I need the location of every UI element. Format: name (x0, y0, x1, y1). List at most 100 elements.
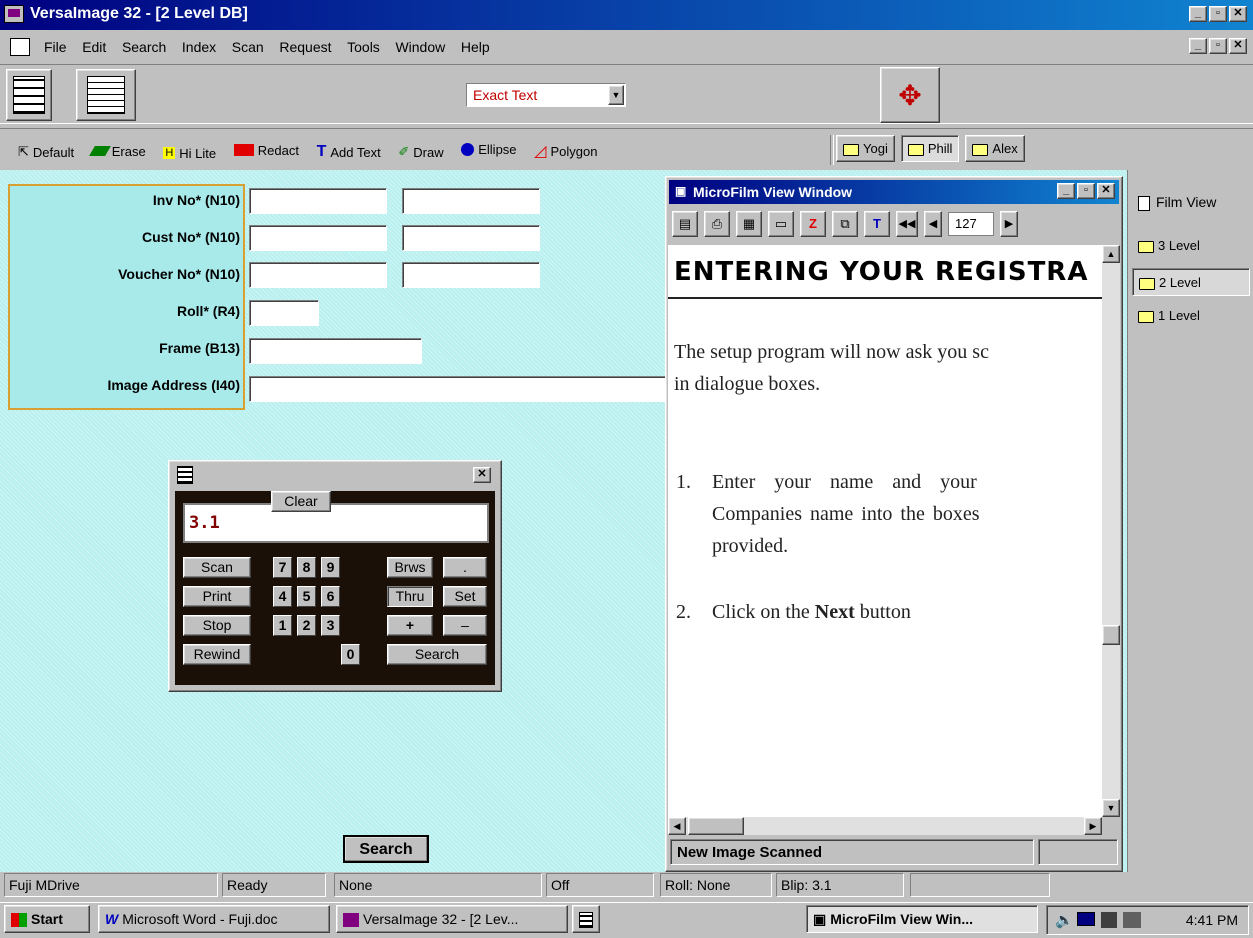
scroll-up-icon[interactable]: ▲ (1102, 245, 1120, 263)
print-button[interactable]: Print (183, 586, 251, 607)
digit-6-button[interactable]: 6 (321, 586, 340, 607)
draw-tool[interactable]: ✐ Draw (398, 144, 443, 160)
text-icon[interactable]: T (864, 211, 890, 237)
voucher-no-to-input[interactable] (402, 262, 540, 288)
image-address-input[interactable] (249, 376, 669, 402)
frame-input[interactable] (249, 338, 422, 364)
printer-tray-icon[interactable] (1123, 912, 1141, 928)
menu-tools[interactable]: Tools (347, 39, 380, 55)
menu-edit[interactable]: Edit (82, 39, 106, 55)
task-versaimage[interactable]: VersaImage 32 - [2 Lev... (336, 905, 568, 933)
menu-request[interactable]: Request (279, 39, 331, 55)
doc-icon[interactable] (10, 38, 30, 56)
child-minimize-button[interactable]: _ (1189, 38, 1207, 54)
scan-button[interactable]: Scan (183, 557, 251, 578)
redact-tool[interactable]: Redact (233, 143, 299, 158)
chevron-down-icon[interactable]: ▼ (608, 85, 624, 105)
roll-input[interactable] (249, 300, 319, 326)
app-icon[interactable] (4, 5, 24, 23)
monitor-icon[interactable] (1077, 912, 1095, 926)
scroll-down-icon[interactable]: ▼ (1102, 799, 1120, 817)
numeric-grid-icon[interactable] (6, 69, 52, 121)
calculator-search-button[interactable]: Search (387, 644, 487, 665)
printer-icon[interactable]: ⎙ (704, 211, 730, 237)
next-frame-icon[interactable]: ▶ (1000, 211, 1018, 237)
digit-9-button[interactable]: 9 (321, 557, 340, 578)
browse-button[interactable]: Brws (387, 557, 433, 578)
start-button[interactable]: Start (4, 905, 90, 933)
hilite-tool[interactable]: H Hi Lite (163, 146, 216, 161)
save-icon[interactable]: ▦ (736, 211, 762, 237)
microfilm-close-button[interactable]: ✕ (1097, 183, 1115, 199)
search-mode-select[interactable]: Exact Text ▼ (466, 83, 626, 107)
horizontal-scrollbar[interactable]: ◀ ▶ (668, 817, 1102, 835)
dot-button[interactable]: . (443, 557, 487, 578)
rewind-button[interactable]: Rewind (183, 644, 251, 665)
digit-4-button[interactable]: 4 (273, 586, 292, 607)
plus-button[interactable]: + (387, 615, 433, 636)
menu-index[interactable]: Index (182, 39, 216, 55)
task-calculator[interactable] (572, 905, 600, 933)
table-view-icon[interactable] (76, 69, 136, 121)
user-phill[interactable]: Phill (900, 135, 960, 162)
set-button[interactable]: Set (443, 586, 487, 607)
hscroll-thumb[interactable] (688, 817, 744, 835)
digit-1-button[interactable]: 1 (273, 615, 292, 636)
search-button[interactable]: Search (343, 835, 429, 863)
cust-no-from-input[interactable] (249, 225, 387, 251)
menu-window[interactable]: Window (395, 39, 445, 55)
ellipse-tool[interactable]: Ellipse (461, 142, 517, 157)
user-alex[interactable]: Alex (965, 135, 1025, 162)
level-3-item[interactable]: 3 Level (1138, 238, 1200, 253)
microfilm-maximize-button[interactable]: ▫ (1077, 183, 1095, 199)
task-word[interactable]: W Microsoft Word - Fuji.doc (98, 905, 330, 933)
voucher-no-from-input[interactable] (249, 262, 387, 288)
cust-no-to-input[interactable] (402, 225, 540, 251)
scroll-left-icon[interactable]: ◀ (668, 817, 686, 835)
thru-button[interactable]: Thru (387, 586, 433, 607)
calculator-icon[interactable] (177, 466, 193, 484)
vertical-scrollbar[interactable]: ▲ ▼ (1102, 245, 1120, 817)
minimize-button[interactable]: _ (1189, 6, 1207, 22)
rewind-icon[interactable]: ◀◀ (896, 211, 918, 237)
erase-tool[interactable]: Erase (88, 144, 146, 159)
scroll-thumb[interactable] (1102, 625, 1120, 645)
film-icon[interactable]: ▣ (675, 184, 686, 198)
pan-arrows-icon[interactable]: ✥ (880, 67, 940, 123)
level-2-item[interactable]: 2 Level (1132, 268, 1250, 296)
menu-help[interactable]: Help (461, 39, 490, 55)
digit-0-button[interactable]: 0 (341, 644, 360, 665)
open-icon[interactable]: ▤ (672, 211, 698, 237)
export-icon[interactable]: ▭ (768, 211, 794, 237)
clear-button[interactable]: Clear (271, 491, 331, 512)
level-1-item[interactable]: 1 Level (1138, 308, 1200, 323)
zoom-icon[interactable]: Z (800, 211, 826, 237)
add-text-tool[interactable]: T Add Text (317, 143, 381, 161)
inv-no-to-input[interactable] (402, 188, 540, 214)
maximize-button[interactable]: ▫ (1209, 6, 1227, 22)
digit-3-button[interactable]: 3 (321, 615, 340, 636)
inv-no-from-input[interactable] (249, 188, 387, 214)
polygon-tool[interactable]: ◿ Polygon (534, 141, 597, 161)
previous-frame-icon[interactable]: ◀ (924, 211, 942, 237)
user-yogi[interactable]: Yogi (836, 135, 895, 162)
digit-8-button[interactable]: 8 (297, 557, 316, 578)
menu-scan[interactable]: Scan (232, 39, 264, 55)
digit-7-button[interactable]: 7 (273, 557, 292, 578)
close-button[interactable]: ✕ (1229, 6, 1247, 22)
frame-number-field[interactable]: 127 (948, 212, 994, 236)
calculator-close-button[interactable]: ✕ (473, 467, 491, 483)
speaker-icon[interactable]: 🔈 (1055, 911, 1074, 929)
copy-icon[interactable]: ⧉ (832, 211, 858, 237)
menu-file[interactable]: File (44, 39, 67, 55)
minus-button[interactable]: – (443, 615, 487, 636)
child-restore-button[interactable]: ▫ (1209, 38, 1227, 54)
digit-5-button[interactable]: 5 (297, 586, 316, 607)
microfilm-minimize-button[interactable]: _ (1057, 183, 1075, 199)
stop-button[interactable]: Stop (183, 615, 251, 636)
task-microfilm[interactable]: ▣ MicroFilm View Win... (806, 905, 1038, 933)
child-close-button[interactable]: ✕ (1229, 38, 1247, 54)
scroll-right-icon[interactable]: ▶ (1084, 817, 1102, 835)
digit-2-button[interactable]: 2 (297, 615, 316, 636)
network-icon[interactable] (1101, 912, 1117, 928)
